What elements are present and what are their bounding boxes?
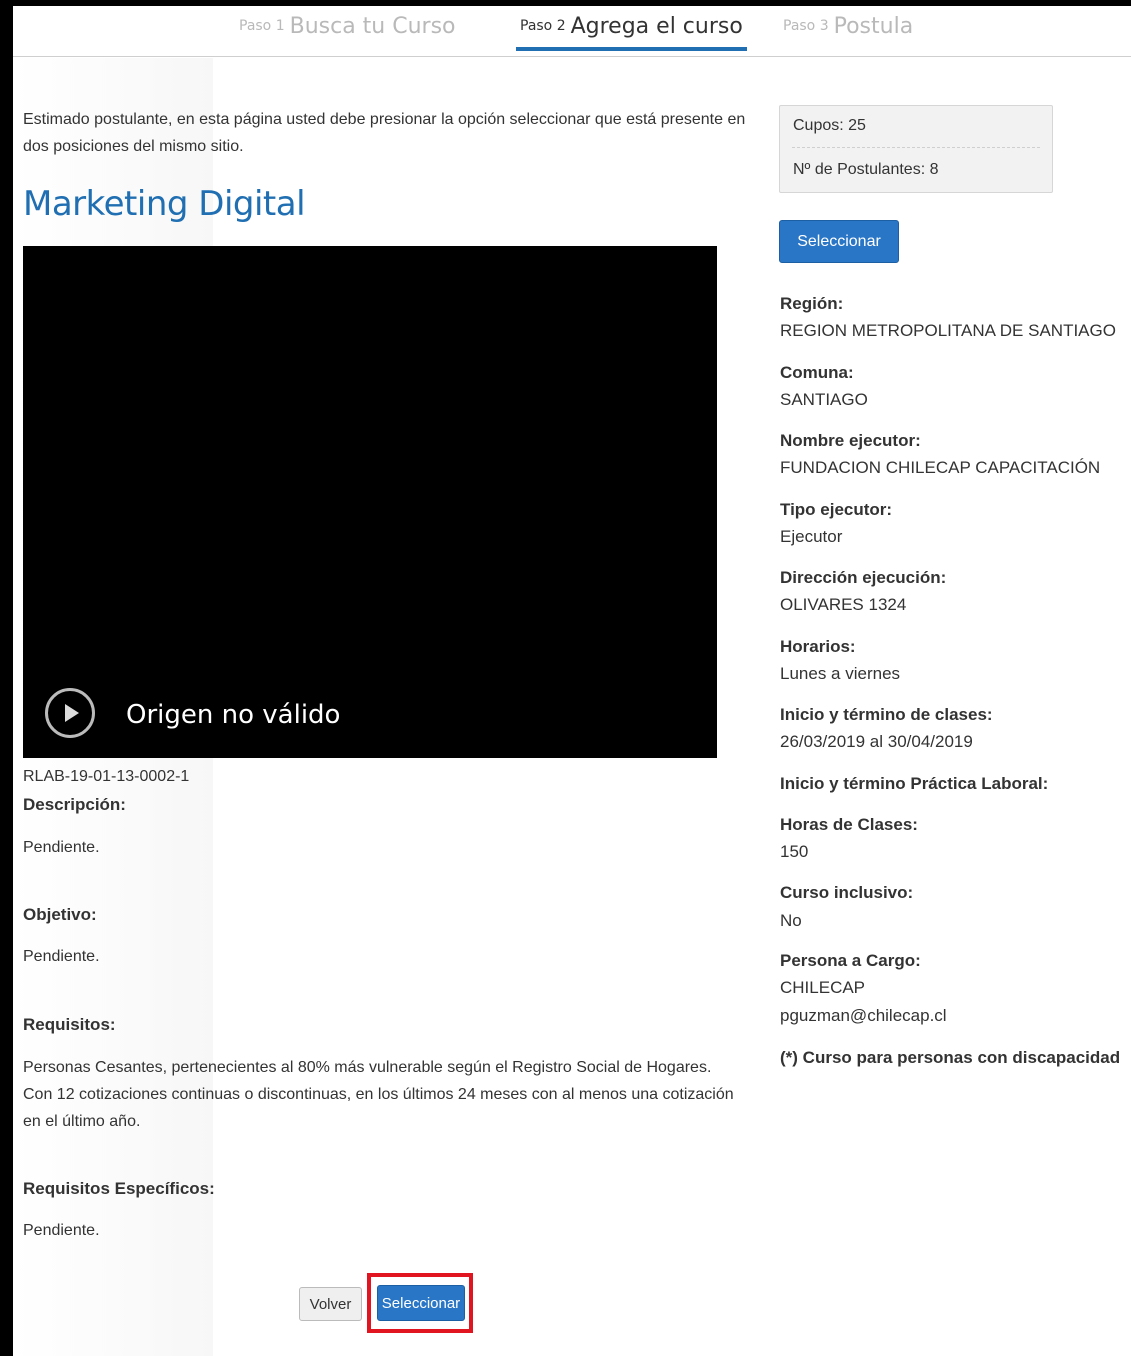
horarios-label: Horarios: bbox=[780, 637, 856, 656]
course-title: Marketing Digital bbox=[23, 184, 306, 224]
inicio-clases-value: 26/03/2019 al 30/04/2019 bbox=[780, 732, 973, 751]
seleccionar-button-top[interactable]: Seleccionar bbox=[779, 220, 899, 263]
step-3-number: Paso 3 bbox=[783, 18, 829, 34]
inicio-clases-label: Inicio y término de clases: bbox=[780, 705, 993, 724]
region-value: REGION METROPOLITANA DE SANTIAGO bbox=[780, 321, 1116, 340]
direccion-value: OLIVARES 1324 bbox=[780, 595, 907, 614]
inclusivo-label: Curso inclusivo: bbox=[780, 883, 914, 902]
step-3[interactable]: Paso 3 Postula bbox=[783, 14, 913, 39]
region-label: Región: bbox=[780, 294, 844, 313]
video-error-message: Origen no válido bbox=[126, 700, 341, 730]
step-2-number: Paso 2 bbox=[520, 18, 566, 34]
steps-header: Paso 1 Busca tu Curso Paso 2 Agrega el cur… bbox=[13, 6, 1131, 57]
descripcion-text: Pendiente. bbox=[23, 839, 100, 856]
ejecutor-label: Nombre ejecutor: bbox=[780, 431, 921, 450]
persona-email[interactable]: pguzman@chilecap.cl bbox=[780, 1006, 947, 1026]
ejecutor-value: FUNDACION CHILECAP CAPACITACIÓN bbox=[780, 458, 1101, 477]
persona-label: Persona a Cargo: bbox=[780, 951, 921, 970]
volver-button[interactable]: Volver bbox=[299, 1287, 362, 1321]
step-1-number: Paso 1 bbox=[239, 18, 285, 34]
cupos-text: Cupos: 25 bbox=[793, 117, 866, 134]
tipo-ejecutor-label: Tipo ejecutor: bbox=[780, 500, 893, 519]
info-divider bbox=[792, 147, 1040, 148]
discapacidad-note: (*) Curso para personas con discapacidad bbox=[780, 1048, 1121, 1067]
horas-value: 150 bbox=[780, 842, 809, 861]
step-1-label: Busca tu Curso bbox=[289, 14, 456, 39]
horas-label: Horas de Clases: bbox=[780, 815, 918, 834]
practica-label: Inicio y término Práctica Laboral: bbox=[780, 774, 1049, 793]
objetivo-label: Objetivo: bbox=[23, 905, 97, 924]
requisitos-label: Requisitos: bbox=[23, 1015, 116, 1034]
horarios-value: Lunes a viernes bbox=[780, 664, 901, 683]
persona-value: CHILECAP bbox=[780, 978, 866, 997]
direccion-label: Dirección ejecución: bbox=[780, 568, 947, 587]
comuna-value: SANTIAGO bbox=[780, 390, 868, 409]
requisitos-especificos-text: Pendiente. bbox=[23, 1222, 100, 1239]
requisitos-especificos-label: Requisitos Específicos: bbox=[23, 1179, 215, 1198]
step-2-active[interactable]: Paso 2 Agrega el curso bbox=[516, 14, 747, 51]
comuna-label: Comuna: bbox=[780, 363, 854, 382]
course-code: RLAB-19-01-13-0002-1 bbox=[23, 768, 190, 785]
intro-text: Estimado postulante, en esta página uste… bbox=[23, 111, 746, 155]
info-box: Cupos: 25 Nº de Postulantes: 8 bbox=[779, 105, 1053, 193]
page-frame: Paso 1 Busca tu Curso Paso 2 Agrega el cur… bbox=[13, 6, 1131, 1356]
postulantes-text: Nº de Postulantes: 8 bbox=[793, 161, 939, 178]
play-icon[interactable] bbox=[45, 688, 95, 738]
seleccionar-button-bottom[interactable]: Seleccionar bbox=[377, 1285, 465, 1321]
step-1[interactable]: Paso 1 Busca tu Curso bbox=[239, 14, 456, 39]
objetivo-text: Pendiente. bbox=[23, 948, 100, 965]
requisitos-text: Personas Cesantes, pertenecientes al 80%… bbox=[23, 1059, 734, 1130]
descripcion-label: Descripción: bbox=[23, 795, 126, 814]
inclusivo-value: No bbox=[780, 911, 802, 930]
step-2-label: Agrega el curso bbox=[570, 14, 743, 39]
step-3-label: Postula bbox=[833, 14, 914, 39]
tipo-ejecutor-value: Ejecutor bbox=[780, 527, 843, 546]
video-player[interactable]: Origen no válido bbox=[23, 246, 717, 758]
